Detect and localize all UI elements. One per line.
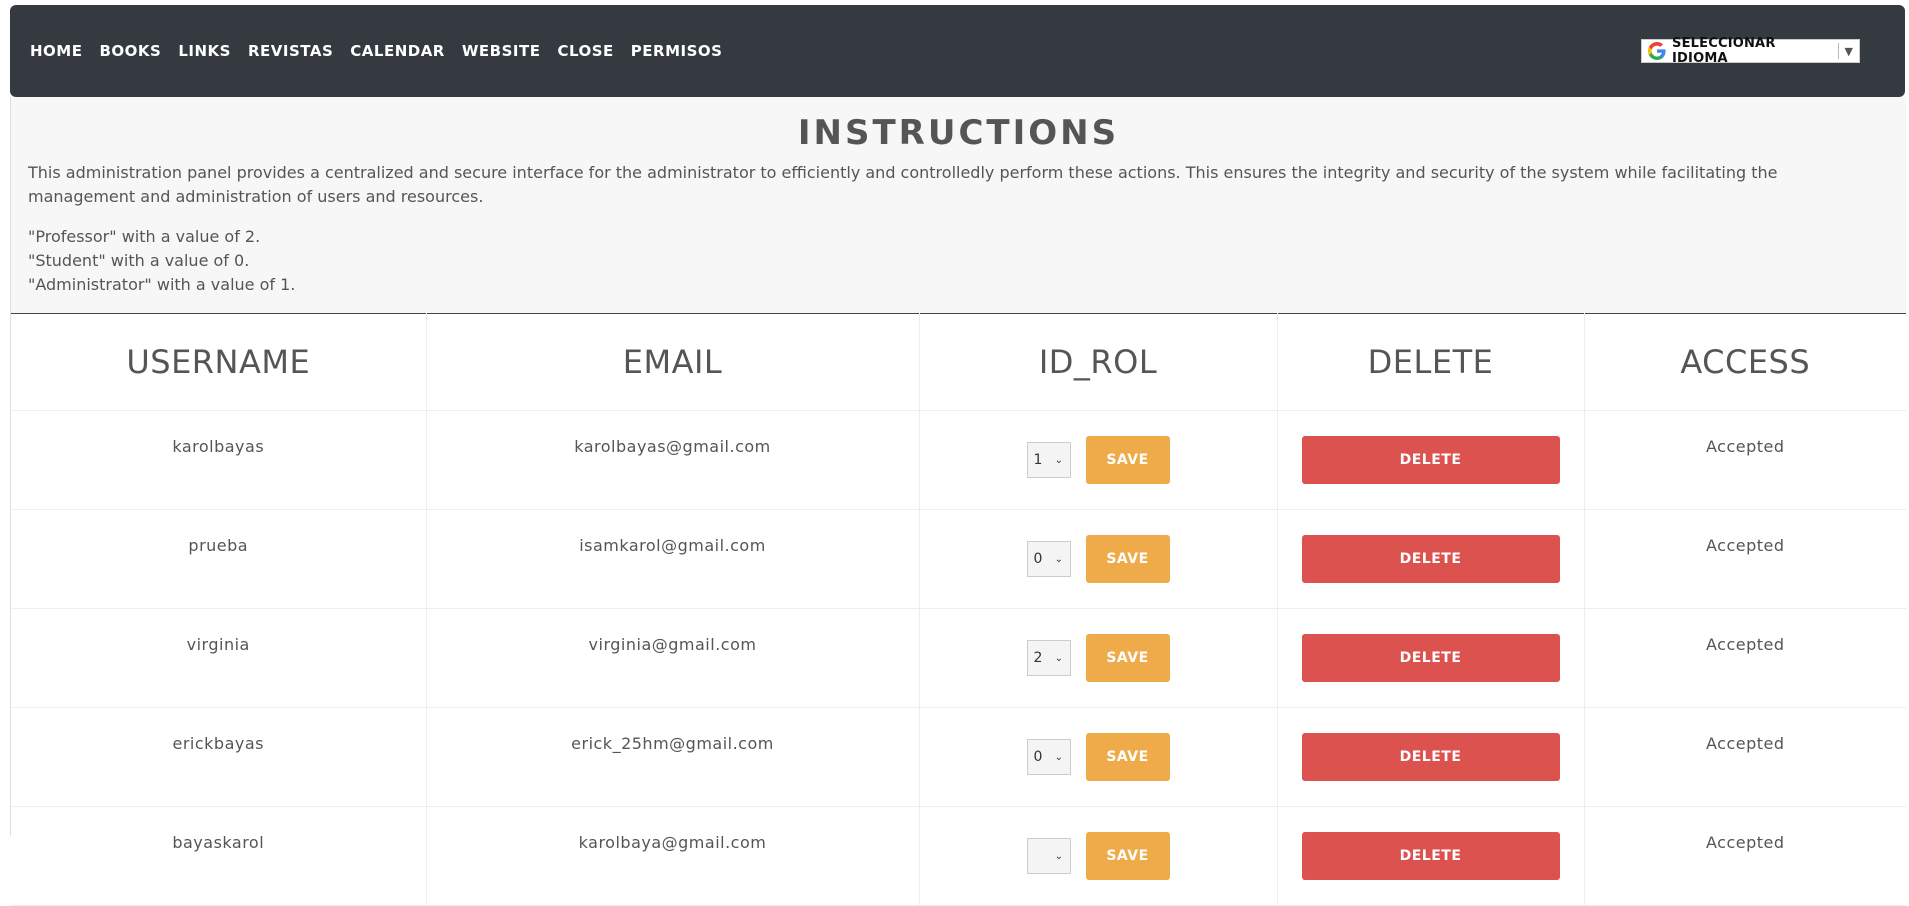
save-button[interactable]: SAVE <box>1085 733 1170 781</box>
email-cell: isamkarol@gmail.com <box>426 509 920 609</box>
nav-links: HOME BOOKS LINKS REVISTAS CALENDAR WEBSI… <box>30 42 722 60</box>
id-rol-value: 1 <box>1033 452 1043 468</box>
chevron-down-icon: ⌄ <box>1054 553 1064 565</box>
id-rol-cell: 1 ⌄ SAVE <box>919 410 1278 510</box>
id-rol-cell: 0 ⌄ SAVE <box>919 707 1278 807</box>
username-cell: karolbayas <box>11 410 427 510</box>
nav-revistas[interactable]: REVISTAS <box>248 42 333 60</box>
delete-cell: DELETE <box>1277 608 1585 708</box>
id-rol-controls: 0 ⌄ SAVE <box>921 535 1276 583</box>
main-content: INSTRUCTIONS This administration panel p… <box>10 97 1906 906</box>
access-cell: Accepted <box>1584 410 1906 510</box>
email-cell: erick_25hm@gmail.com <box>426 707 920 807</box>
header-username: USERNAME <box>11 313 427 411</box>
table-row: karolbayas karolbayas@gmail.com 1 ⌄ SAVE… <box>11 410 1906 510</box>
access-cell: Accepted <box>1584 707 1906 807</box>
table-row: prueba isamkarol@gmail.com 0 ⌄ SAVE DELE… <box>11 509 1906 609</box>
chevron-down-icon: ⌄ <box>1054 652 1064 664</box>
chevron-down-icon: ⌄ <box>1054 454 1064 466</box>
table-row: virginia virginia@gmail.com 2 ⌄ SAVE DEL… <box>11 608 1906 708</box>
nav-calendar[interactable]: CALENDAR <box>350 42 445 60</box>
nav-website[interactable]: WEBSITE <box>462 42 541 60</box>
language-select-divider <box>1837 43 1839 59</box>
id-rol-cell: 2 ⌄ SAVE <box>919 608 1278 708</box>
username-cell: bayaskarol <box>11 806 427 906</box>
email-cell: virginia@gmail.com <box>426 608 920 708</box>
nav-home[interactable]: HOME <box>30 42 82 60</box>
language-select-label: SELECCIONAR IDIOMA <box>1672 36 1776 66</box>
role-values-list: "Professor" with a value of 2. "Student"… <box>28 225 1889 297</box>
id-rol-select[interactable]: 0 ⌄ <box>1026 739 1071 775</box>
nav-permisos[interactable]: PERMISOS <box>631 42 723 60</box>
chevron-down-icon: ▼ <box>1844 44 1853 58</box>
chevron-down-icon: ⌄ <box>1054 751 1064 763</box>
table-row: erickbayas erick_25hm@gmail.com 0 ⌄ SAVE… <box>11 707 1906 807</box>
access-cell: Accepted <box>1584 806 1906 906</box>
delete-button[interactable]: DELETE <box>1301 634 1560 682</box>
id-rol-controls: 2 ⌄ SAVE <box>921 634 1276 682</box>
header-email: EMAIL <box>426 313 920 411</box>
id-rol-cell: ⌄ SAVE <box>919 806 1278 906</box>
id-rol-cell: 0 ⌄ SAVE <box>919 509 1278 609</box>
username-cell: prueba <box>11 509 427 609</box>
id-rol-value: 2 <box>1033 650 1043 666</box>
role-student: "Student" with a value of 0. <box>28 251 250 270</box>
language-select[interactable]: SELECCIONAR IDIOMA ▼ <box>1641 36 1860 66</box>
delete-button[interactable]: DELETE <box>1301 832 1560 880</box>
nav-links-page[interactable]: LINKS <box>178 42 231 60</box>
id-rol-controls: 0 ⌄ SAVE <box>921 733 1276 781</box>
role-professor: "Professor" with a value of 2. <box>28 227 261 246</box>
role-administrator: "Administrator" with a value of 1. <box>28 275 296 294</box>
users-table: USERNAME EMAIL ID_ROL DELETE ACCESS karo… <box>11 313 1906 906</box>
delete-cell: DELETE <box>1277 707 1585 807</box>
header-id-rol: ID_ROL <box>919 313 1278 411</box>
delete-button[interactable]: DELETE <box>1301 436 1560 484</box>
id-rol-value: 0 <box>1033 749 1043 765</box>
email-cell: karolbayas@gmail.com <box>426 410 920 510</box>
id-rol-value: 0 <box>1033 551 1043 567</box>
id-rol-select[interactable]: 1 ⌄ <box>1026 442 1071 478</box>
table-header-row: USERNAME EMAIL ID_ROL DELETE ACCESS <box>11 313 1906 411</box>
delete-button[interactable]: DELETE <box>1301 733 1560 781</box>
google-icon <box>1648 42 1666 60</box>
id-rol-controls: ⌄ SAVE <box>921 832 1276 880</box>
id-rol-select[interactable]: 0 ⌄ <box>1026 541 1071 577</box>
header-delete: DELETE <box>1277 313 1585 411</box>
save-button[interactable]: SAVE <box>1085 535 1170 583</box>
delete-cell: DELETE <box>1277 806 1585 906</box>
access-cell: Accepted <box>1584 509 1906 609</box>
table-row: bayaskarol karolbaya@gmail.com ⌄ SAVE DE… <box>11 806 1906 906</box>
access-cell: Accepted <box>1584 608 1906 708</box>
id-rol-controls: 1 ⌄ SAVE <box>921 436 1276 484</box>
save-button[interactable]: SAVE <box>1085 832 1170 880</box>
top-navbar: HOME BOOKS LINKS REVISTAS CALENDAR WEBSI… <box>10 5 1905 97</box>
nav-books[interactable]: BOOKS <box>99 42 161 60</box>
instructions-panel: INSTRUCTIONS This administration panel p… <box>11 97 1906 313</box>
id-rol-select[interactable]: 2 ⌄ <box>1026 640 1071 676</box>
delete-cell: DELETE <box>1277 410 1585 510</box>
delete-cell: DELETE <box>1277 509 1585 609</box>
chevron-down-icon: ⌄ <box>1054 850 1064 862</box>
nav-close[interactable]: CLOSE <box>557 42 613 60</box>
save-button[interactable]: SAVE <box>1085 634 1170 682</box>
instructions-title: INSTRUCTIONS <box>797 113 1120 153</box>
id-rol-select[interactable]: ⌄ <box>1026 838 1071 874</box>
username-cell: virginia <box>11 608 427 708</box>
save-button[interactable]: SAVE <box>1085 436 1170 484</box>
email-cell: karolbaya@gmail.com <box>426 806 920 906</box>
header-access: ACCESS <box>1584 313 1906 411</box>
instructions-text: This administration panel provides a cen… <box>28 163 1778 206</box>
delete-button[interactable]: DELETE <box>1301 535 1560 583</box>
username-cell: erickbayas <box>11 707 427 807</box>
